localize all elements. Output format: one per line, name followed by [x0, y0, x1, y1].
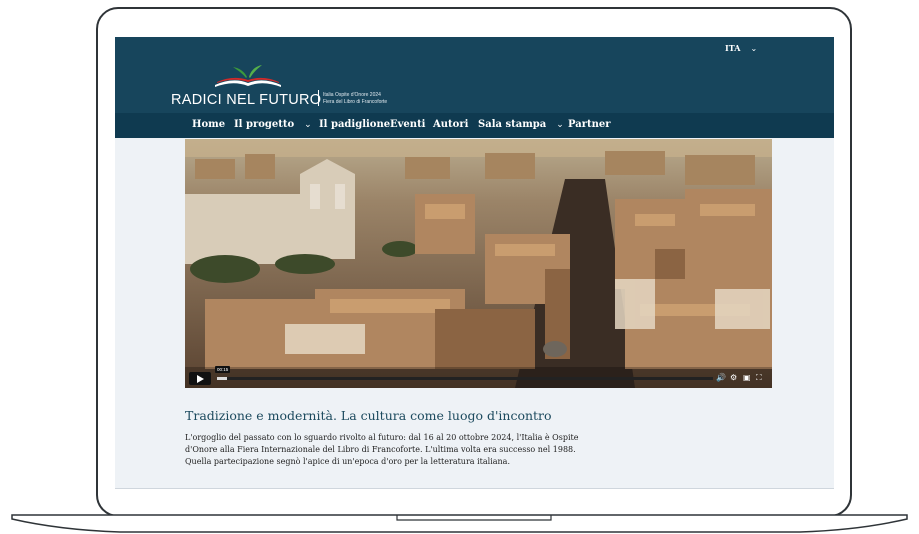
fullscreen-icon[interactable]: ⛶ [756, 373, 762, 383]
logo-wordmark[interactable]: RADICI NEL FUTURO [171, 92, 321, 108]
volume-icon[interactable]: 🔊 [716, 373, 726, 382]
settings-icon[interactable]: ⚙ [730, 373, 737, 382]
logo-divider [318, 90, 319, 106]
main-navigation: Home Il progetto ⌄ Il padiglione Eventi A… [115, 113, 834, 138]
nav-item-eventi[interactable]: Eventi [390, 119, 425, 130]
nav-item-label: Autori [433, 119, 469, 130]
nav-item-il-padiglione[interactable]: Il padiglione [319, 119, 390, 130]
nav-item-label: Il progetto [234, 119, 295, 130]
video-frame-aerial-rome [185, 139, 772, 388]
logo-subtitle: Italia Ospite d'Onore 2024 Fiera del Lib… [323, 92, 387, 106]
nav-item-label: Il padiglione [319, 119, 391, 130]
article-body: L'orgoglio del passato con lo sguardo ri… [185, 433, 579, 466]
timeline-progress [217, 377, 227, 380]
video-controls: 00:15 🔊 ⚙ ▣ ⛶ [185, 366, 772, 388]
logo-book-icon [215, 65, 281, 87]
nav-item-home[interactable]: Home [192, 119, 225, 130]
video-timeline[interactable] [217, 377, 713, 380]
nav-item-sala-stampa[interactable]: Sala stampa ⌄ [478, 119, 564, 130]
divider [115, 488, 834, 489]
play-icon [197, 375, 204, 383]
browser-viewport: ITA ⌄ RADICI NEL FUTURO Italia Ospite d'O… [115, 37, 834, 489]
nav-item-partner[interactable]: Partner [568, 119, 611, 130]
nav-item-autori[interactable]: Autori [433, 119, 468, 130]
video-player[interactable]: 00:15 🔊 ⚙ ▣ ⛶ [185, 139, 772, 388]
logo-subtitle-line2: Fiera del Libro di Francoforte [323, 99, 388, 105]
chevron-down-icon: ⌄ [304, 120, 312, 130]
article-title: Tradizione e modernità. La cultura come … [185, 408, 552, 423]
pip-icon[interactable]: ▣ [743, 373, 751, 382]
language-label: ITA [725, 43, 741, 53]
language-selector[interactable]: ITA ⌄ [725, 43, 757, 53]
nav-item-label: Eventi [390, 119, 426, 130]
nav-item-label: Sala stampa [478, 119, 547, 130]
timestamp-tooltip: 00:15 [215, 366, 231, 373]
chevron-down-icon: ⌄ [750, 44, 758, 53]
nav-item-il-progetto[interactable]: Il progetto ⌄ [234, 119, 312, 130]
nav-item-label: Partner [568, 119, 611, 130]
chevron-down-icon: ⌄ [556, 120, 564, 130]
laptop-base [11, 514, 908, 533]
logo-subtitle-line1: Italia Ospite d'Onore 2024 [323, 92, 381, 98]
nav-item-label: Home [192, 119, 226, 130]
play-button[interactable] [189, 372, 211, 385]
site-header: ITA ⌄ RADICI NEL FUTURO Italia Ospite d'O… [115, 37, 834, 113]
